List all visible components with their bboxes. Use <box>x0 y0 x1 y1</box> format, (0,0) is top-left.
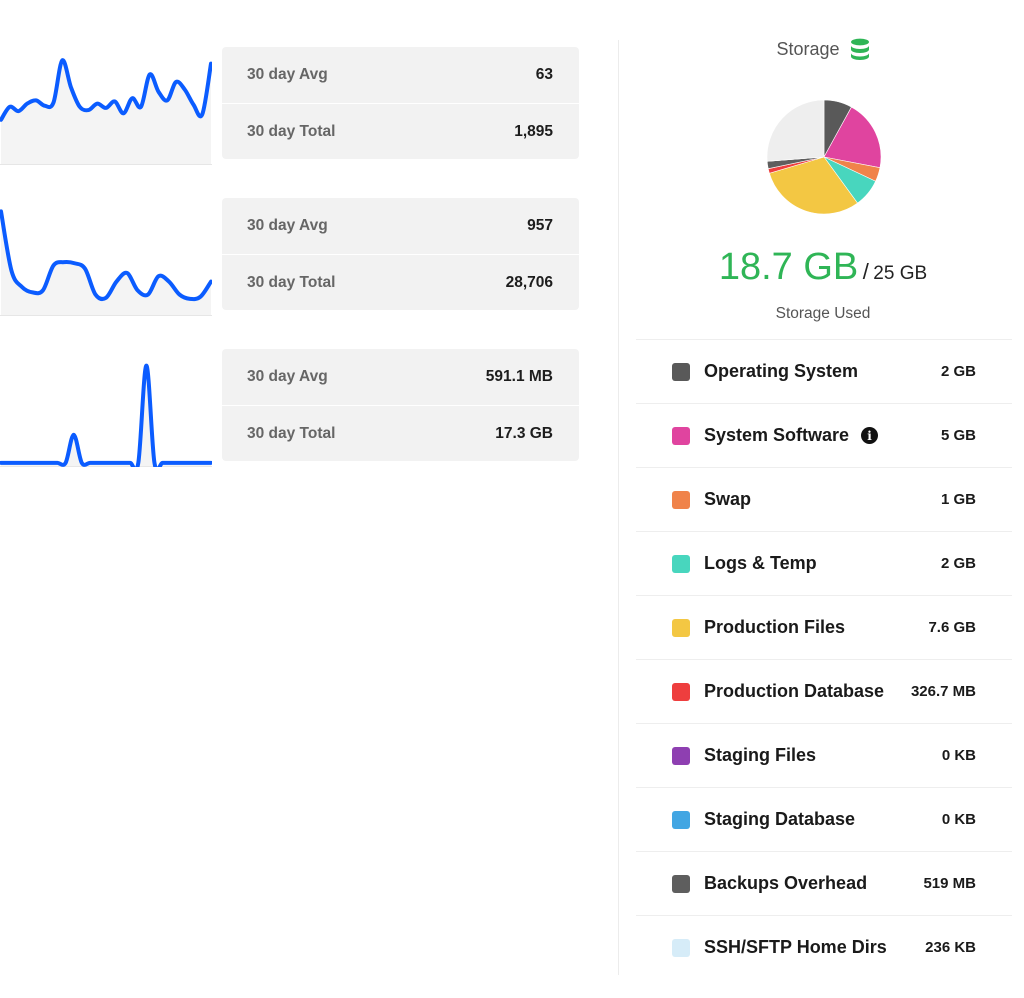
sparkline-line <box>0 209 212 302</box>
avg-row: 30 day Avg 591.1 MB <box>222 349 579 405</box>
legend-name: Staging Files <box>704 745 816 766</box>
legend-name: Staging Database <box>704 809 855 830</box>
legend-size: 0 KB <box>941 747 976 764</box>
legend-name-text: Backups Overhead <box>704 873 868 893</box>
storage-total: 25 GB <box>873 263 928 284</box>
total-row: 30 day Total 1,895 <box>222 103 579 159</box>
legend-swatch <box>672 554 690 573</box>
legend-name: Production Files <box>704 617 845 638</box>
legend-name-text: Logs & Temp <box>704 553 817 573</box>
stat-box-2: 30 day Avg 957 30 day Total 28,706 <box>222 198 579 310</box>
legend-swatch <box>672 362 690 381</box>
storage-used-label: Storage Used <box>775 305 871 322</box>
storage-title: Storage <box>776 38 840 59</box>
avg-label: 30 day Avg <box>247 368 328 385</box>
avg-label: 30 day Avg <box>247 217 328 234</box>
legend-size: 0 KB <box>941 811 976 828</box>
legend-name-text: Staging Files <box>704 745 817 765</box>
stat-box-3: 30 day Avg 591.1 MB 30 day Total 17.3 GB <box>222 349 579 461</box>
avg-value: 957 <box>527 217 553 234</box>
total-value: 17.3 GB <box>495 424 553 442</box>
legend-name-text: System Software <box>704 425 850 445</box>
storage-usage: 18.7 GB / 25 GB <box>634 246 1012 289</box>
total-label: 30 day Total <box>247 424 336 442</box>
legend-swatch <box>672 810 690 829</box>
legend-name-text: Operating System <box>704 361 859 381</box>
legend-item: Production Files 7.6 GB <box>636 595 1012 659</box>
info-icon[interactable]: i <box>861 427 879 444</box>
panel-divider <box>618 40 619 975</box>
legend-size: 5 GB <box>940 427 976 444</box>
legend-item: Staging Database 0 KB <box>636 787 1012 851</box>
storage-separator: / <box>862 259 869 284</box>
legend-size: 326.7 MB <box>910 683 976 700</box>
stat-box-1: 30 day Avg 63 30 day Total 1,895 <box>222 47 579 159</box>
sparkline-area <box>1 365 211 467</box>
avg-label: 30 day Avg <box>247 66 328 83</box>
total-row: 30 day Total 17.3 GB <box>222 405 579 461</box>
sparkline-chart-2 <box>0 198 212 316</box>
storage-pie-chart <box>766 99 882 215</box>
sparkline-area <box>1 211 211 316</box>
legend-swatch <box>672 874 690 893</box>
database-icon <box>850 38 870 60</box>
storage-header: Storage <box>634 38 1012 60</box>
avg-row: 30 day Avg 63 <box>222 47 579 103</box>
total-label: 30 day Total <box>247 273 336 291</box>
total-value: 28,706 <box>505 273 553 291</box>
avg-row: 30 day Avg 957 <box>222 198 579 254</box>
legend-item: Production Database 326.7 MB <box>636 659 1012 723</box>
legend-swatch <box>672 746 690 765</box>
legend-name: System Software i <box>704 425 879 446</box>
legend-item: Logs & Temp 2 GB <box>636 531 1012 595</box>
sparkline-line <box>0 363 212 467</box>
sparkline-chart-1 <box>0 47 212 165</box>
legend-size: 1 GB <box>940 491 976 508</box>
legend-item: Operating System 2 GB <box>636 339 1012 403</box>
storage-legend: Operating System 2 GB System Software i 5 GB… <box>636 339 1012 979</box>
legend-size: 519 MB <box>923 875 976 892</box>
legend-item: Swap 1 GB <box>636 467 1012 531</box>
legend-size: 2 GB <box>940 363 976 380</box>
legend-size: 236 KB <box>925 939 976 956</box>
legend-name-text: Swap <box>704 489 752 509</box>
legend-name-text: Production Database <box>704 681 885 701</box>
legend-name: Swap <box>704 489 751 510</box>
sparkline-chart-3 <box>0 349 212 467</box>
legend-name: SSH/SFTP Home Dirs <box>704 937 887 958</box>
legend-name: Backups Overhead <box>704 873 867 894</box>
legend-name: Logs & Temp <box>704 553 817 574</box>
storage-used-value: 18.7 GB <box>718 246 859 288</box>
legend-swatch <box>672 618 690 637</box>
legend-item: Staging Files 0 KB <box>636 723 1012 787</box>
legend-item: SSH/SFTP Home Dirs 236 KB <box>636 915 1012 979</box>
legend-name: Production Database <box>704 681 884 702</box>
total-row: 30 day Total 28,706 <box>222 254 579 310</box>
legend-size: 2 GB <box>940 555 976 572</box>
legend-swatch <box>672 938 690 957</box>
sparkline-area <box>1 60 211 165</box>
legend-name-text: Production Files <box>704 617 846 637</box>
total-value: 1,895 <box>514 122 553 140</box>
legend-name-text: Staging Database <box>704 809 856 829</box>
avg-value: 63 <box>535 66 553 83</box>
legend-swatch <box>672 490 690 509</box>
pie-slice <box>766 99 825 162</box>
legend-swatch <box>672 682 690 701</box>
legend-swatch <box>672 426 690 445</box>
legend-name-text: SSH/SFTP Home Dirs <box>704 937 887 957</box>
server-stats-page: 30 day Avg 63 30 day Total 1,895 30 day … <box>0 0 1024 998</box>
legend-item: Backups Overhead 519 MB <box>636 851 1012 915</box>
legend-size: 7.6 GB <box>928 619 976 636</box>
total-label: 30 day Total <box>247 122 336 140</box>
legend-name: Operating System <box>704 361 858 382</box>
avg-value: 591.1 MB <box>485 368 553 385</box>
legend-item: System Software i 5 GB <box>636 403 1012 467</box>
